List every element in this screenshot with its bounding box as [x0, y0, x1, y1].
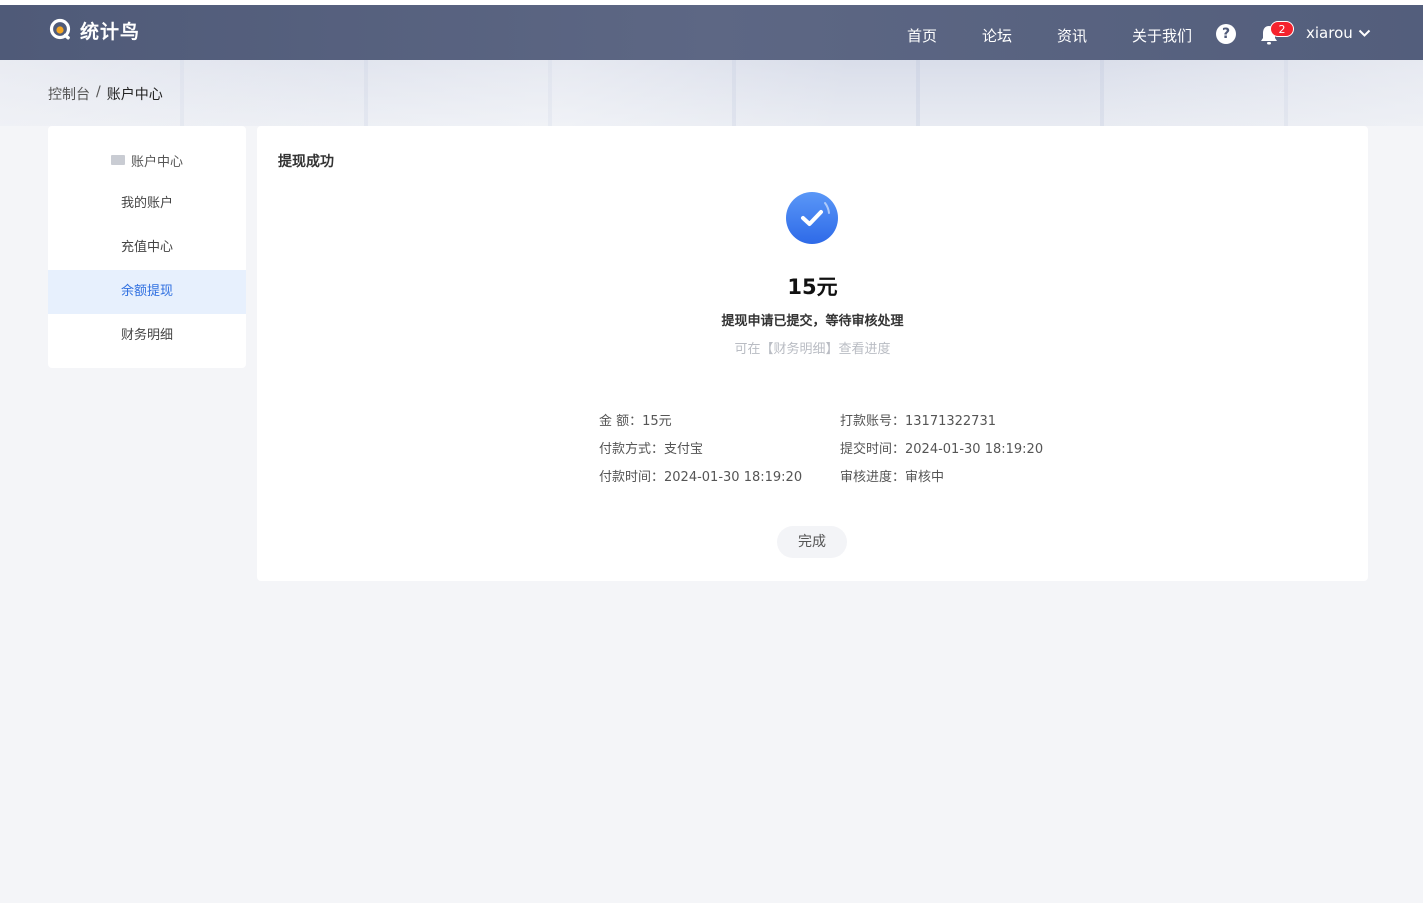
withdraw-amount: 15元 — [787, 275, 838, 299]
detail-label: 审核进度： — [840, 470, 906, 485]
nav-news[interactable]: 资讯 — [1057, 25, 1087, 46]
chevron-down-icon — [1358, 29, 1370, 37]
detail-label: 金 额： — [599, 414, 643, 429]
sidebar-item-finance-details[interactable]: 财务明细 — [48, 314, 246, 358]
breadcrumb-root[interactable]: 控制台 — [48, 84, 90, 104]
user-menu[interactable]: xiarou — [1306, 24, 1371, 42]
status-message: 提现申请已提交，等待审核处理 — [721, 314, 904, 329]
detail-value: 审核中 — [905, 470, 945, 485]
detail-account: 打款账号：13171322731 — [840, 410, 996, 429]
detail-value: 2024-01-30 18:19:20 — [664, 470, 803, 485]
progress-hint: 可在【财务明细】查看进度 — [734, 342, 891, 357]
detail-submit-time: 提交时间：2024-01-30 18:19:20 — [840, 438, 1043, 457]
detail-amount: 金 额：15元 — [599, 410, 672, 429]
breadcrumb-current: 账户中心 — [106, 87, 163, 103]
detail-value: 2024-01-30 18:19:20 — [905, 442, 1044, 457]
sidebar-item-my-account[interactable]: 我的账户 — [48, 182, 246, 226]
help-icon[interactable]: ? — [1216, 24, 1236, 44]
detail-pay-time: 付款时间：2024-01-30 18:19:20 — [599, 466, 802, 485]
sidebar: 账户中心 我的账户 充值中心 余额提现 财务明细 — [48, 126, 246, 368]
detail-pay-method: 付款方式：支付宝 — [599, 438, 703, 457]
sidebar-header: 账户中心 — [48, 138, 246, 182]
nav-about[interactable]: 关于我们 — [1132, 25, 1192, 46]
detail-value: 支付宝 — [664, 442, 704, 457]
logo[interactable]: 统计鸟 — [49, 17, 140, 44]
detail-value: 13171322731 — [905, 414, 996, 429]
detail-label: 提交时间： — [840, 442, 906, 457]
detail-review: 审核进度：审核中 — [840, 466, 944, 485]
sidebar-header-label: 账户中心 — [130, 154, 183, 170]
notification-badge: 2 — [1270, 21, 1294, 37]
logo-text: 统计鸟 — [80, 21, 141, 43]
detail-label: 付款方式： — [599, 442, 665, 457]
main-panel: 提现成功 15元 提现申请已提交，等待审核处理 可在【财务明细】查看进度 金 额… — [257, 126, 1368, 581]
sidebar-item-withdraw[interactable]: 余额提现 — [48, 270, 246, 314]
top-navbar: 统计鸟 首页 论坛 资讯 关于我们 ? 2 xiarou — [0, 5, 1423, 60]
breadcrumb: 控制台 / 账户中心 — [48, 84, 163, 104]
page-title: 提现成功 — [278, 154, 334, 170]
nav-forum[interactable]: 论坛 — [982, 25, 1012, 46]
breadcrumb-separator: / — [96, 84, 101, 100]
username: xiarou — [1306, 24, 1353, 42]
wallet-icon — [110, 155, 125, 165]
detail-value: 15元 — [642, 414, 672, 429]
success-check-icon — [786, 192, 838, 244]
done-button[interactable]: 完成 — [777, 526, 847, 558]
detail-label: 付款时间： — [599, 470, 665, 485]
logo-icon — [49, 18, 71, 40]
nav-home[interactable]: 首页 — [907, 25, 937, 46]
sidebar-item-recharge[interactable]: 充值中心 — [48, 226, 246, 270]
detail-label: 打款账号： — [840, 414, 906, 429]
